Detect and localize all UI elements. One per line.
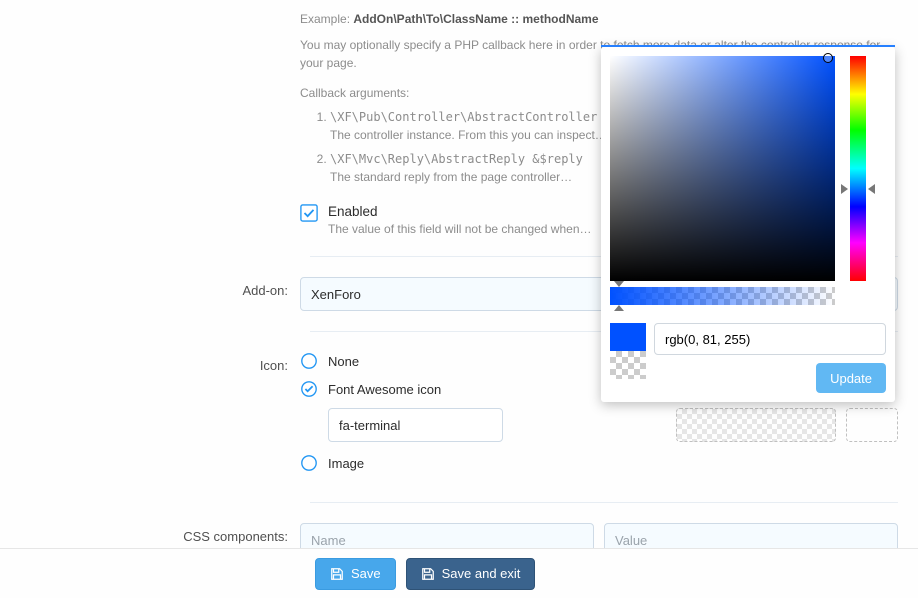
radio-checked-icon [300,380,318,398]
save-button[interactable]: Save [315,558,396,590]
enabled-checkbox[interactable] [300,204,318,222]
icon-image-label: Image [328,456,364,471]
icon-fa-label: Font Awesome icon [328,382,441,397]
css-components-row: CSS components: [0,517,918,548]
enabled-label: Enabled [328,204,592,219]
icon-none-label: None [328,354,359,369]
callback-arg2-desc: The standard reply from the page control… [330,170,572,184]
save-icon [421,567,435,581]
callback-arg2-code: \XF\Mvc\Reply\AbstractReply &$reply [330,152,583,166]
alpha-arrow-bottom-icon [614,305,624,311]
addon-label: Add-on: [0,277,300,298]
radio-unchecked-icon [300,454,318,472]
icon-image-radio[interactable]: Image [300,454,898,472]
css-name-input[interactable] [300,523,594,548]
save-icon [330,567,344,581]
save-exit-button[interactable]: Save and exit [406,558,536,590]
hue-arrow-right-icon [868,184,875,194]
radio-unchecked-icon [300,352,318,370]
icon-label: Icon: [0,352,300,373]
color-update-button[interactable]: Update [816,363,886,393]
color-preview-old[interactable] [610,351,646,379]
fa-icon-input[interactable] [328,408,503,442]
sv-cursor-icon [823,53,833,63]
css-label: CSS components: [0,523,300,544]
saturation-value-panel[interactable] [610,56,835,281]
color-value-input[interactable] [654,323,886,355]
callback-arg1-code: \XF\Pub\Controller\AbstractController [330,110,597,124]
css-value-input[interactable] [604,523,898,548]
icon-color-small-swatch[interactable] [846,408,898,442]
icon-color-swatch[interactable] [676,408,836,442]
callback-example: Example: AddOn\Path\To\ClassName :: meth… [300,10,898,28]
hue-arrow-left-icon [841,184,848,194]
hue-slider[interactable] [841,56,875,281]
alpha-arrow-top-icon [614,281,624,287]
footer-toolbar: Save Save and exit [0,548,918,598]
callback-arg1-desc: The controller instance. From this you c… [330,128,607,142]
enabled-hint: The value of this field will not be chan… [328,222,592,236]
color-preview-new [610,323,646,351]
alpha-slider[interactable] [610,287,835,305]
color-picker-popup: Update [601,47,895,402]
